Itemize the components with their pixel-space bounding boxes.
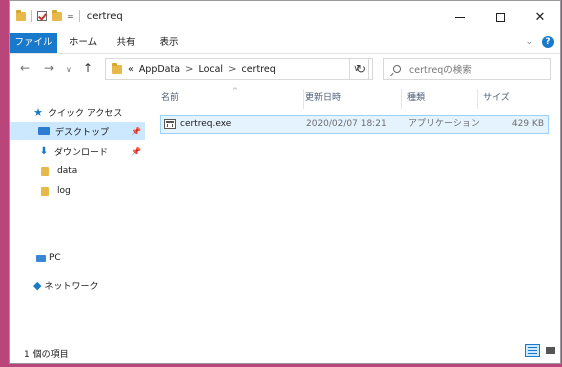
column-header-type[interactable]: 種類 [407,85,425,111]
nav-item-network[interactable]: ◆ ネットワーク [10,276,145,294]
file-size: 429 KB [511,119,544,129]
column-divider[interactable] [401,89,402,109]
ribbon-tabs: ファイル ホーム 共有 表示 ⌄ ? [10,33,560,54]
desktop-icon [38,127,50,135]
maximize-icon [495,12,505,22]
breadcrumb-overflow[interactable]: « [128,64,134,75]
breadcrumb-appdata[interactable]: AppData [139,64,180,75]
navigation-pane: ★ クイック アクセス デスクトップ 📌 ⬇ ダウンロード 📌 data log… [10,85,145,339]
title-bar: = certreq ✕ [10,1,560,33]
pin-icon: 📌 [131,126,141,136]
new-folder-icon[interactable] [52,9,62,21]
nav-item-label: クイック アクセス [48,108,123,119]
nav-item-label: log [57,186,71,196]
nav-item-label: PC [49,253,61,263]
large-icons-view-button[interactable] [544,344,557,357]
pin-icon: 📌 [131,146,141,156]
nav-item-data[interactable]: data [10,162,145,180]
file-modified: 2020/02/07 18:21 [306,119,387,129]
breadcrumb-separator[interactable]: > [185,64,193,75]
minimize-button[interactable] [440,1,480,33]
status-bar: 1 個の項目 [10,339,560,363]
window-title: certreq [86,10,123,22]
item-count: 1 個の項目 [24,350,69,360]
nav-item-pc[interactable]: PC [10,249,145,267]
minimize-icon [455,16,465,18]
maximize-button[interactable] [480,1,520,33]
column-header-modified[interactable]: 更新日時 [305,85,341,111]
up-button[interactable]: ↑ [83,61,93,75]
back-button[interactable]: ← [20,61,30,75]
window-controls: ✕ [440,1,560,33]
close-button[interactable]: ✕ [520,1,560,33]
nav-item-desktop[interactable]: デスクトップ 📌 [10,122,145,140]
help-icon[interactable]: ? [542,36,554,48]
divider [31,10,32,22]
nav-item-label: デスクトップ [55,127,110,138]
breadcrumb-separator[interactable]: > [228,64,236,75]
nav-item-label: data [57,166,78,176]
search-placeholder: certreqの検索 [409,65,472,76]
refresh-icon: ↻ [355,62,367,76]
search-icon [393,65,401,73]
nav-item-label: ネットワーク [44,281,99,292]
refresh-button[interactable]: ↻ [349,58,373,80]
forward-button[interactable]: → [44,61,54,75]
close-icon: ✕ [534,9,546,25]
ribbon-controls: ⌄ ? [525,36,554,48]
pc-icon [36,254,46,262]
navigation-bar: ← → ∨ ↑ « AppData > Local > certreq ∨ ↻ … [10,53,560,85]
breadcrumb-local[interactable]: Local [198,64,223,75]
address-bar[interactable]: « AppData > Local > certreq ∨ [105,58,369,80]
chevron-down-icon[interactable]: ⌄ [525,37,533,47]
tab-home[interactable]: ホーム [65,33,101,53]
explorer-window: = certreq ✕ ファイル ホーム 共有 表示 ⌄ ? ← → ∨ ↑ «… [9,0,561,364]
sort-up-icon: ^ [232,87,238,95]
column-header-size[interactable]: サイズ [483,85,510,111]
column-divider[interactable] [303,89,304,109]
folder-icon [41,166,49,176]
file-name: certreq.exe [180,119,232,129]
column-divider[interactable] [477,89,478,109]
folder-icon [16,9,26,21]
nav-item-downloads[interactable]: ⬇ ダウンロード 📌 [10,142,145,160]
recent-locations-button[interactable]: ∨ [66,65,72,74]
tab-share[interactable]: 共有 [110,33,142,53]
breadcrumb-certreq[interactable]: certreq [241,64,275,75]
details-view-button[interactable] [525,344,540,357]
properties-icon[interactable] [37,11,47,21]
divider [78,10,80,22]
network-icon: ◆ [33,278,42,292]
download-icon: ⬇ [39,145,49,157]
file-list: 名前 ^ 更新日時 種類 サイズ certreq.exe 2020/02/07 … [157,85,553,339]
quick-access-toolbar: = certreq [16,9,123,22]
tab-view[interactable]: 表示 [153,33,185,53]
star-icon: ★ [33,105,43,119]
tab-file[interactable]: ファイル [10,33,57,53]
nav-item-label: ダウンロード [54,147,109,158]
table-row[interactable]: certreq.exe 2020/02/07 18:21 アプリケーション 42… [160,115,549,134]
file-type: アプリケーション [408,119,480,129]
qat-customize-dropdown[interactable]: = [67,12,74,21]
application-icon [164,119,176,129]
nav-item-quick-access[interactable]: ★ クイック アクセス [10,103,145,121]
nav-item-log[interactable]: log [10,182,145,200]
folder-icon [112,62,122,74]
large-icons-icon [546,347,555,354]
column-header-name[interactable]: 名前 [161,85,179,111]
folder-icon [41,186,49,196]
search-box[interactable]: certreqの検索 [383,58,551,80]
